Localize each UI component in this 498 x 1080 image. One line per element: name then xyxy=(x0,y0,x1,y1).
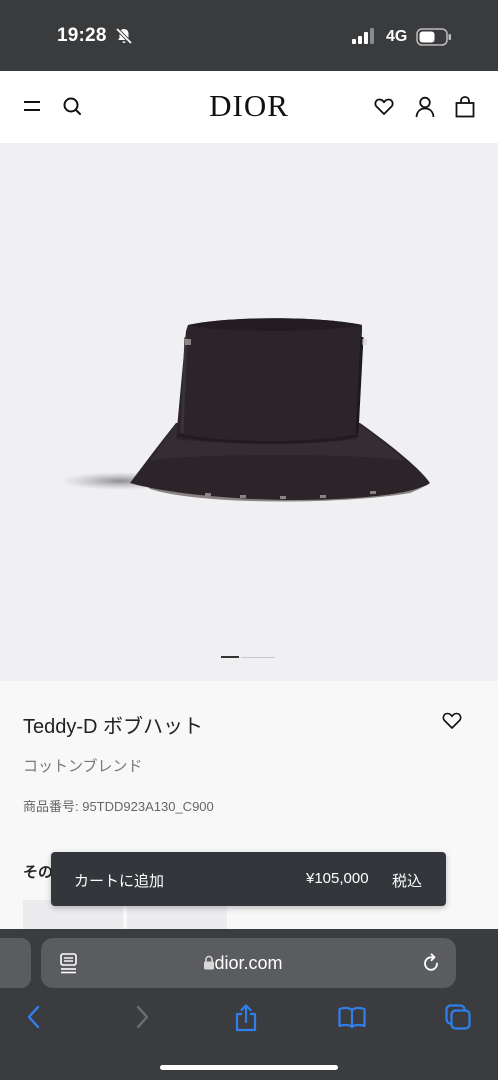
add-to-cart-button[interactable]: カートに追加 ¥105,000 税込 xyxy=(51,852,446,906)
status-time: 19:28 xyxy=(57,25,107,46)
reload-icon[interactable] xyxy=(421,952,441,979)
forward-icon[interactable] xyxy=(130,1003,154,1036)
add-to-cart-label: カートに追加 xyxy=(74,873,165,890)
address-bar[interactable]: dior.com xyxy=(41,938,456,988)
product-reference: 商品番号: 95TDD923A130_C900 xyxy=(23,799,214,814)
bell-off-icon xyxy=(115,27,133,50)
product-price: ¥105,000 xyxy=(306,870,369,887)
pager-active xyxy=(221,656,239,658)
brand-logo[interactable]: DIOR xyxy=(0,88,498,124)
product-image-carousel[interactable] xyxy=(0,143,498,681)
share-icon[interactable] xyxy=(233,1003,259,1038)
tabs-icon[interactable] xyxy=(444,1003,472,1036)
product-title: Teddy-D ボブハット xyxy=(23,716,204,738)
wishlist-heart-icon[interactable] xyxy=(441,710,463,737)
battery-icon xyxy=(416,28,452,51)
hat-image xyxy=(60,318,430,502)
network-type: 4G xyxy=(386,28,408,45)
previous-tab-preview[interactable] xyxy=(0,938,31,988)
status-bar: 19:28 4G xyxy=(0,0,498,71)
bookmarks-icon[interactable] xyxy=(337,1003,367,1036)
tax-label: 税込 xyxy=(392,873,423,890)
home-indicator xyxy=(160,1065,338,1070)
browser-chrome: dior.com xyxy=(0,929,498,1080)
back-icon[interactable] xyxy=(22,1003,46,1036)
section-heading: その xyxy=(23,864,54,881)
signal-icon xyxy=(352,28,376,49)
pager-inactive xyxy=(241,656,275,658)
product-material: コットンブレンド xyxy=(23,758,143,775)
url-domain: dior.com xyxy=(214,953,283,973)
